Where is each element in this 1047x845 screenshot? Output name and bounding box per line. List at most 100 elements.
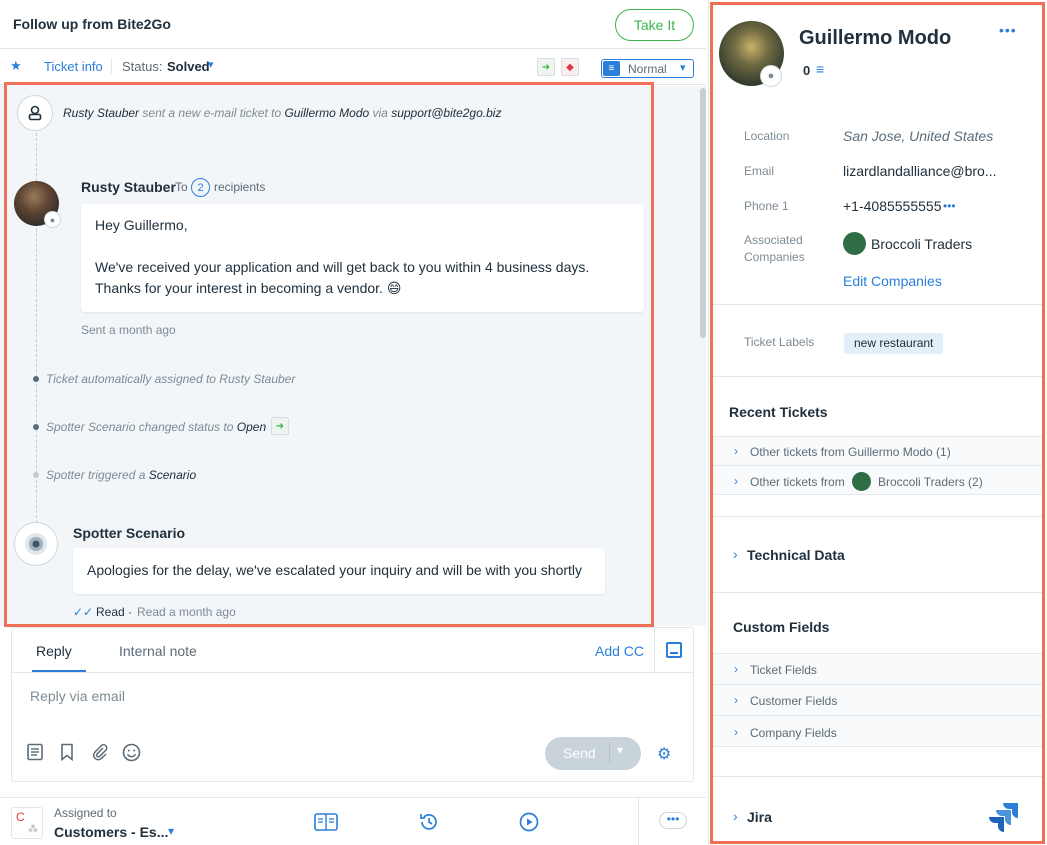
more-options-icon[interactable]: ••• [999,22,1017,38]
chevron-right-icon[interactable]: › [733,546,738,562]
customer-name: Guillermo Modo [799,27,952,49]
phone-label: Phone 1 [744,199,789,213]
more-options-icon[interactable]: ••• [943,199,956,213]
chevron-right-icon: › [734,662,738,676]
chevron-right-icon: › [734,693,738,707]
message-line: We've received your application and will… [95,259,590,275]
priority-select[interactable]: ≡ Normal ▾ [601,59,694,78]
recipient-count-badge[interactable]: 2 [191,178,210,197]
sent-time: Sent a month ago [81,323,176,337]
sender-name: Spotter Scenario [73,525,186,541]
ticket-title: Follow up from Bite2Go [13,16,171,32]
attachment-icon[interactable] [91,743,109,766]
company-logo [852,472,871,491]
tab-reply[interactable]: Reply [36,643,72,659]
take-it-button[interactable]: Take It [615,9,694,41]
contact-card-icon[interactable] [314,812,338,837]
divider [111,58,112,74]
send-button[interactable]: Send ▾ [545,737,641,770]
custom-field-label: Customer Fields [750,694,838,708]
timeline-dot [33,472,39,478]
more-options-icon[interactable]: ••• [659,812,687,829]
chevron-down-icon[interactable]: ▾ [168,824,174,838]
bookmark-icon[interactable] [59,743,75,766]
chevron-right-icon: › [734,725,738,739]
diamond-icon[interactable]: ◆ [561,58,579,76]
edit-companies-link[interactable]: Edit Companies [843,273,942,289]
expand-icon[interactable] [666,642,682,658]
assigned-label: Assigned to [54,806,117,820]
chevron-right-icon[interactable]: › [733,808,738,824]
recipients-label[interactable]: recipients [214,180,265,194]
ticket-created-event: Rusty Stauber sent a new e-mail ticket t… [63,106,502,120]
message-line: Thanks for your interest in becoming a v… [95,280,402,296]
ticket-info-link[interactable]: Ticket info [44,59,103,74]
chevron-down-icon[interactable]: ▾ [208,58,214,71]
forward-arrow-icon[interactable]: ➜ [537,58,555,76]
recent-ticket-row[interactable]: › Other tickets from Broccoli Traders (2… [713,465,1043,495]
status-change-event: Spotter Scenario changed status to Open [46,420,267,434]
to-label: To [175,180,188,194]
custom-field-row[interactable]: › Company Fields [713,715,1043,747]
divider [654,628,655,672]
read-label: Read · [96,605,133,619]
list-icon[interactable]: ≡ [816,61,824,77]
ticket-footer: C ⁂ Assigned to Customers - Es... ▾ ••• [0,797,706,845]
message-bubble: Apologies for the delay, we've escalated… [73,548,605,594]
jira-section[interactable]: Jira [747,809,772,825]
message-text: Apologies for the delay, we've escalated… [87,562,583,578]
emoji-icon[interactable] [122,743,141,767]
divider [638,798,639,845]
avatar-letter: C [16,810,25,824]
read-check-icon: ✓✓ [73,605,94,619]
ticket-labels-label: Ticket Labels [744,335,815,349]
company-name[interactable]: Broccoli Traders [871,236,972,252]
recent-ticket-row[interactable]: › Other tickets from Guillermo Modo (1) [713,436,1043,465]
pin-icon[interactable]: ★ [10,58,22,74]
jira-logo-icon [988,801,1020,838]
email-value[interactable]: lizardlandalliance@bro... [843,163,997,179]
chevron-down-icon[interactable]: ▾ [617,743,623,757]
sender-name[interactable]: Rusty Stauber [81,179,176,195]
spotter-eye-icon [14,522,58,566]
status-label: Status: [122,59,163,74]
ticket-label-chip[interactable]: new restaurant [844,333,944,354]
technical-data-section[interactable]: Technical Data [747,547,845,563]
conversation-scrollbar[interactable] [700,88,706,338]
group-icon: ⁂ [28,824,38,835]
template-icon[interactable] [26,743,44,766]
recent-ticket-label: Other tickets from [750,475,845,489]
user-badge-icon: ● [760,65,782,87]
custom-field-row[interactable]: › Ticket Fields [713,653,1043,684]
message-line: Hey Guillermo, [95,217,188,233]
gear-icon[interactable]: ⚙ [657,744,671,764]
divider [12,672,693,673]
company-logo [843,232,866,255]
reply-input[interactable]: Reply via email [30,688,125,704]
history-icon[interactable] [418,811,440,838]
add-cc-link[interactable]: Add CC [595,643,644,659]
play-icon[interactable] [519,812,539,837]
custom-field-row[interactable]: › Customer Fields [713,684,1043,715]
send-label: Send [563,745,596,761]
tab-internal-note[interactable]: Internal note [119,643,197,659]
scenario-event: Spotter triggered a Scenario [46,468,197,482]
divider [609,742,610,764]
open-status-icon: ➜ [271,417,289,435]
ticket-header: Follow up from Bite2Go Take It [0,0,706,49]
assigned-value[interactable]: Customers - Es... [54,824,168,840]
conversation-pane[interactable]: Rusty Stauber sent a new e-mail ticket t… [0,86,706,626]
recent-ticket-label: Broccoli Traders (2) [878,475,983,489]
recent-ticket-label: Other tickets from Guillermo Modo (1) [750,445,951,459]
recent-tickets-title: Recent Tickets [729,404,828,420]
divider [713,376,1043,377]
phone-value[interactable]: +1-4085555555 [843,198,942,214]
chevron-right-icon: › [734,474,738,488]
assign-event: Ticket automatically assigned to Rusty S… [46,372,296,386]
timeline-dot [33,424,39,430]
chevron-down-icon: ▾ [680,62,686,74]
reply-composer: Reply Internal note Add CC Reply via ema… [11,627,694,782]
email-label: Email [744,164,775,178]
status-value[interactable]: Solved [167,59,210,74]
divider [713,592,1043,593]
